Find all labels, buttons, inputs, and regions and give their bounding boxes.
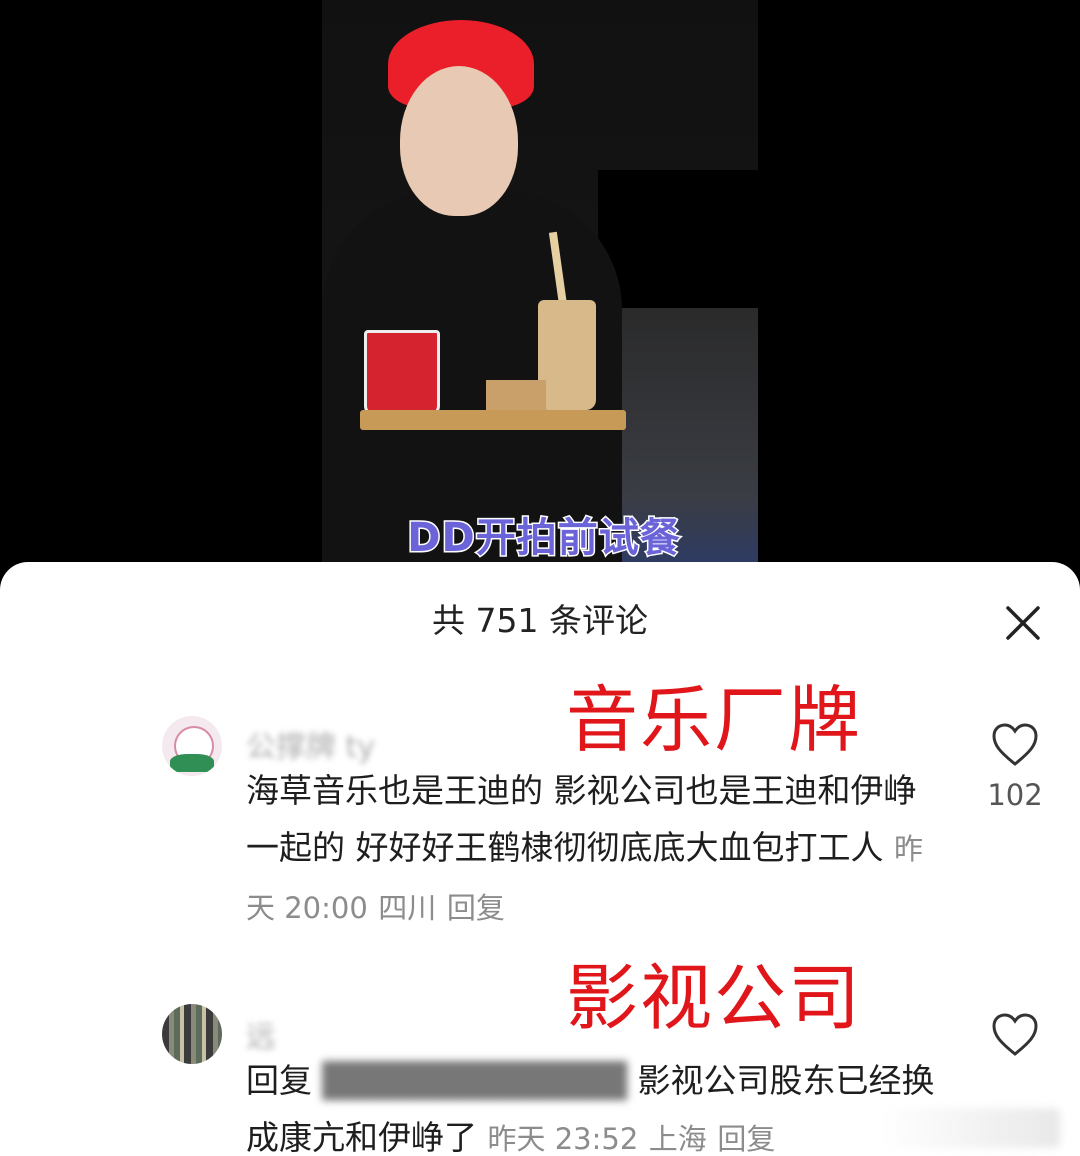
reply-button[interactable]: 回复 bbox=[717, 1122, 775, 1156]
video-frame: DD开拍前试餐 bbox=[322, 0, 758, 580]
avatar[interactable] bbox=[162, 1004, 222, 1064]
like-count: 102 bbox=[987, 778, 1043, 812]
comment-body: 回复 ████████████ 影视公司股东已经换成康亢和伊峥了 昨天 23:5… bbox=[246, 1052, 946, 1156]
reply-prefix: 回复 bbox=[246, 1061, 312, 1100]
close-button[interactable] bbox=[998, 598, 1048, 648]
comment-username[interactable]: 远 bbox=[246, 1012, 276, 1056]
tall-cup bbox=[538, 300, 596, 410]
close-icon bbox=[1006, 606, 1040, 640]
comments-sheet: 共 751 条评论 音乐厂牌 影视公司 公撑牌 ty 海草音乐也是王迪的 影视公… bbox=[0, 562, 1080, 1156]
comments-count-title: 共 751 条评论 bbox=[432, 601, 648, 640]
comment-username[interactable]: 公撑牌 ty bbox=[246, 722, 375, 766]
avatar[interactable] bbox=[162, 716, 222, 776]
reply-button[interactable]: 回复 bbox=[447, 891, 505, 925]
heart-outline-icon bbox=[992, 723, 1038, 766]
watermark bbox=[880, 1108, 1060, 1148]
comment-text: 海草音乐也是王迪的 影视公司也是王迪和伊峥一起的 好好好王鹤棣彻彻底底大血包打工… bbox=[246, 771, 917, 867]
avatar-body bbox=[170, 754, 214, 772]
comment-time: 昨天 23:52 bbox=[487, 1122, 639, 1156]
like-button[interactable] bbox=[990, 722, 1040, 768]
background-shadow bbox=[598, 170, 758, 308]
person-head bbox=[400, 66, 518, 216]
video-player[interactable]: DD开拍前试餐 bbox=[0, 0, 1080, 580]
comment-body: 海草音乐也是王迪的 影视公司也是王迪和伊峥一起的 好好好王鹤棣彻彻底底大血包打工… bbox=[246, 762, 946, 937]
food-box bbox=[486, 380, 546, 412]
wooden-tray bbox=[360, 410, 626, 430]
comment-location: 四川 bbox=[378, 891, 437, 925]
video-subtitle: DD开拍前试餐 bbox=[406, 514, 681, 563]
red-cup bbox=[364, 330, 440, 416]
blurred-mention: ████████████ bbox=[322, 1061, 628, 1100]
heart-outline-icon bbox=[992, 1013, 1038, 1056]
comment-item: 公撑牌 ty 海草音乐也是王迪的 影视公司也是王迪和伊峥一起的 好好好王鹤棣彻彻… bbox=[0, 712, 1080, 942]
like-button[interactable] bbox=[990, 1012, 1040, 1058]
comment-location: 上海 bbox=[648, 1122, 707, 1156]
